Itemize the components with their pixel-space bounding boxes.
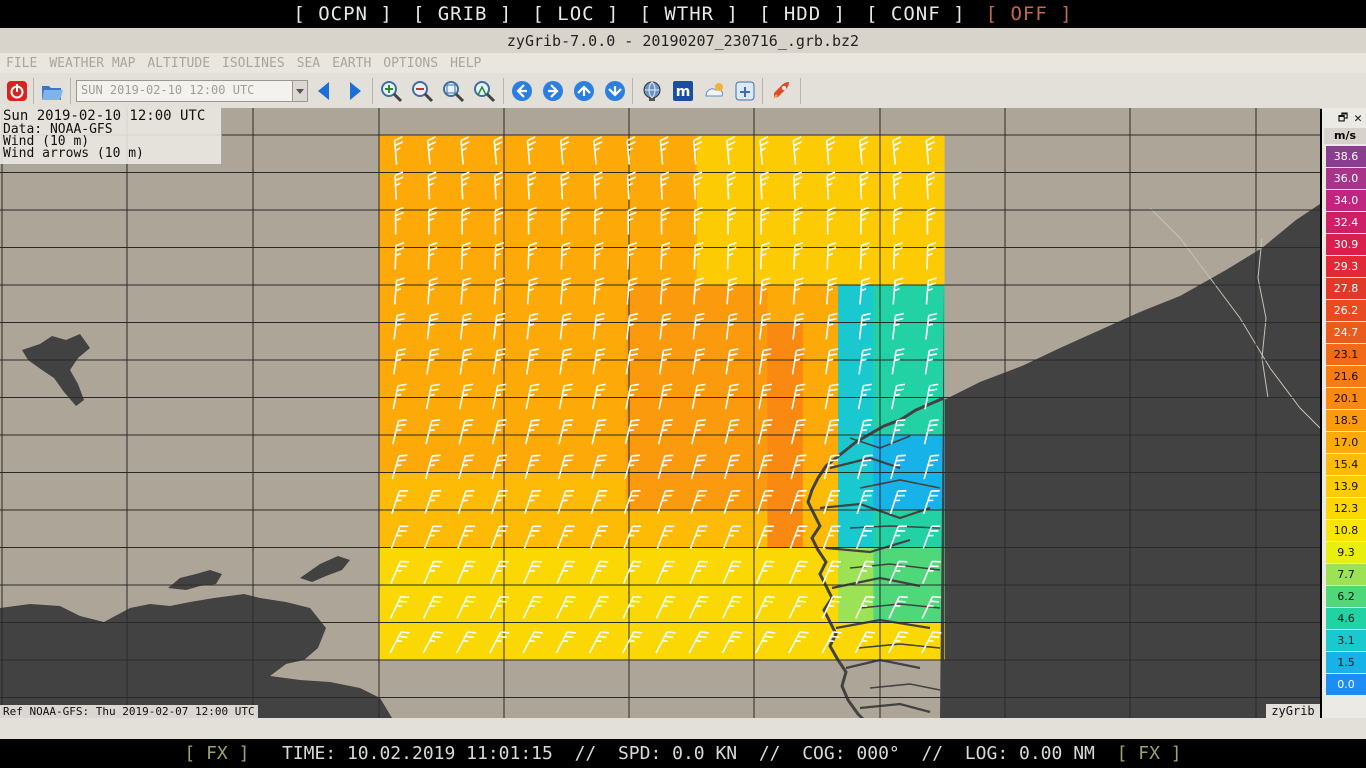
next-arrow-icon[interactable]	[343, 79, 367, 103]
globe-icon[interactable]	[640, 79, 664, 103]
legend-swatch: 10.8	[1326, 520, 1366, 541]
meteotable-icon[interactable]: m	[671, 79, 695, 103]
off-button[interactable]: [ OFF ]	[980, 3, 1079, 25]
legend-header: 🗗 ✕	[1322, 108, 1366, 128]
legend-swatch: 32.4	[1326, 212, 1366, 233]
restore-icon[interactable]: 🗗	[1338, 109, 1348, 128]
menu-bar: FILE WEATHER MAP ALTITUDE ISOLINES SEA E…	[0, 53, 1366, 73]
menu-file[interactable]: FILE	[0, 56, 43, 71]
top-command-bar: [ OCPN ] [ GRIB ] [ LOC ] [ WTHR ] [ HDD…	[0, 0, 1366, 28]
map-canvas[interactable]	[0, 108, 1320, 718]
legend-swatch: 18.5	[1326, 410, 1366, 431]
status-log: LOG: 0.00 NM	[964, 743, 1095, 764]
zoom-in-icon[interactable]	[379, 79, 403, 103]
legend-swatch: 21.6	[1326, 366, 1366, 387]
legend-swatch: 1.5	[1326, 652, 1366, 673]
pan-right-icon[interactable]	[541, 79, 565, 103]
legend-swatch: 7.7	[1326, 564, 1366, 585]
toolbar: SUN 2019-02-10 12:00 UTC m	[0, 73, 1366, 109]
zoom-fit-icon[interactable]	[441, 79, 465, 103]
menu-sea[interactable]: SEA	[291, 56, 326, 71]
power-icon[interactable]	[5, 79, 29, 103]
legend-swatch: 23.1	[1326, 344, 1366, 365]
chevron-down-icon[interactable]	[292, 81, 307, 101]
pan-down-icon[interactable]	[603, 79, 627, 103]
legend-swatch: 24.7	[1326, 322, 1366, 343]
legend-unit: m/s	[1324, 128, 1366, 144]
forecast-date-value: SUN 2019-02-10 12:00 UTC	[81, 83, 255, 97]
menu-weather-map[interactable]: WEATHER MAP	[43, 56, 141, 71]
weather-map[interactable]	[0, 108, 1320, 718]
legend-swatch: 4.6	[1326, 608, 1366, 629]
rocket-icon[interactable]	[769, 79, 793, 103]
gpx-icon[interactable]	[733, 79, 757, 103]
legend-swatch: 20.1	[1326, 388, 1366, 409]
status-speed: SPD: 0.0 KN	[617, 743, 738, 764]
forecast-date-select[interactable]: SUN 2019-02-10 12:00 UTC	[76, 80, 308, 102]
fx-left-button[interactable]: [ FX ]	[184, 743, 249, 764]
legend-swatch: 12.3	[1326, 498, 1366, 519]
legend-swatch: 0.0	[1326, 674, 1366, 695]
legend-swatch: 13.9	[1326, 476, 1366, 497]
pan-up-icon[interactable]	[572, 79, 596, 103]
menu-altitude[interactable]: ALTITUDE	[141, 56, 216, 71]
menu-options[interactable]: OPTIONS	[377, 56, 444, 71]
legend-swatch: 27.8	[1326, 278, 1366, 299]
legend-swatch: 15.4	[1326, 454, 1366, 475]
legend-swatch: 26.2	[1326, 300, 1366, 321]
menu-isolines[interactable]: ISOLINES	[216, 56, 291, 71]
grib-button[interactable]: [ GRIB ]	[407, 3, 519, 25]
legend-swatch: 17.0	[1326, 432, 1366, 453]
close-icon[interactable]: ✕	[1354, 111, 1362, 126]
reference-time-label: Ref NOAA-GFS: Thu 2019-02-07 12:00 UTC	[0, 705, 258, 719]
open-folder-icon[interactable]	[40, 79, 64, 103]
conf-button[interactable]: [ CONF ]	[860, 3, 972, 25]
zoom-out-icon[interactable]	[410, 79, 434, 103]
legend-swatch: 6.2	[1326, 586, 1366, 607]
legend-swatch: 36.0	[1326, 168, 1366, 189]
hdd-button[interactable]: [ HDD ]	[753, 3, 852, 25]
menu-help[interactable]: HELP	[444, 56, 487, 71]
weather-station-icon[interactable]	[702, 79, 726, 103]
color-legend: 🗗 ✕ m/s 38.6 36.0 34.0 32.4 30.9 29.3 27.8 26.2…	[1322, 108, 1366, 718]
window-title: zyGrib-7.0.0 - 20190207_230716_.grb.bz2	[506, 31, 860, 50]
legend-swatch: 9.3	[1326, 542, 1366, 563]
status-bar: [ FX ] TIME: 10.02.2019 11:01:15 // SPD:…	[0, 739, 1366, 768]
zoom-all-icon[interactable]	[472, 79, 496, 103]
legend-swatch: 30.9	[1326, 234, 1366, 255]
legend-swatch: 34.0	[1326, 190, 1366, 211]
status-separator: //	[574, 743, 597, 764]
svg-text:m: m	[676, 84, 691, 100]
menu-earth[interactable]: EARTH	[326, 56, 377, 71]
legend-swatch: 38.6	[1326, 146, 1366, 167]
layer-arrows-label: Wind arrows (10 m)	[3, 146, 144, 161]
prev-arrow-icon[interactable]	[312, 79, 336, 103]
brand-label: zyGrib	[1266, 704, 1320, 719]
ocpn-button[interactable]: [ OCPN ]	[287, 3, 399, 25]
loc-button[interactable]: [ LOC ]	[526, 3, 625, 25]
legend-swatch: 3.1	[1326, 630, 1366, 651]
status-separator: //	[758, 743, 781, 764]
legend-swatch: 29.3	[1326, 256, 1366, 277]
status-spacer	[0, 718, 1366, 739]
pan-left-icon[interactable]	[510, 79, 534, 103]
status-course: COG: 000°	[802, 743, 900, 764]
wthr-button[interactable]: [ WTHR ]	[633, 3, 745, 25]
status-time: TIME: 10.02.2019 11:01:15	[281, 743, 553, 764]
window-title-bar: zyGrib-7.0.0 - 20190207_230716_.grb.bz2	[0, 28, 1366, 53]
legend-swatches: 38.6 36.0 34.0 32.4 30.9 29.3 27.8 26.2 24.7 23.1…	[1322, 146, 1366, 695]
fx-right-button[interactable]: [ FX ]	[1117, 743, 1182, 764]
map-info-overlay: Sun 2019-02-10 12:00 UTC Data: NOAA-GFS …	[0, 108, 222, 164]
status-separator: //	[921, 743, 944, 764]
